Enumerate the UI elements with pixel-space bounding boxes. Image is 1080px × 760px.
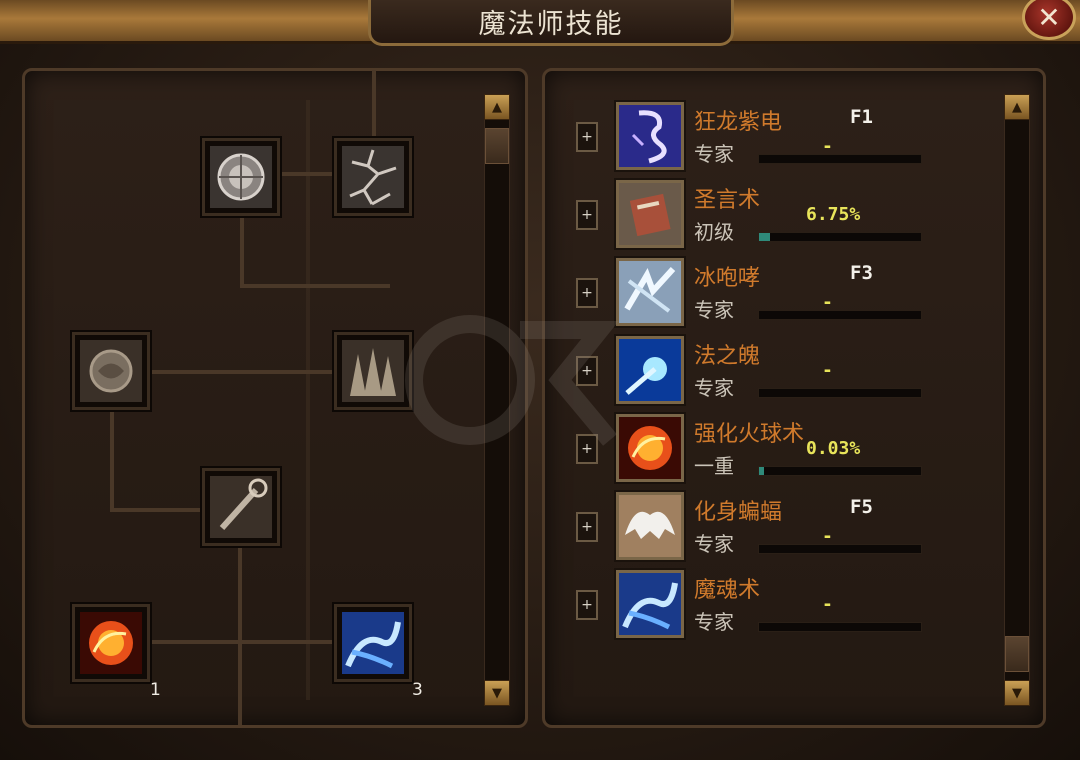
- tree-connector: [110, 410, 114, 510]
- skill-upgrade-button[interactable]: +: [576, 434, 598, 464]
- tree-scroll-down-button[interactable]: ▼: [484, 680, 510, 706]
- skill-name: 魔魂术: [694, 578, 761, 603]
- skill-name: 法之魄: [694, 344, 761, 369]
- skill-exp-bar: [758, 232, 922, 242]
- tree-node-shield-orb[interactable]: [202, 138, 280, 216]
- holy-book-icon: [619, 183, 681, 245]
- skill-row[interactable]: + 圣言术初级 6.75%: [572, 180, 992, 250]
- tree-node-stone-orb[interactable]: [72, 332, 150, 410]
- ice-roar-icon: [619, 261, 681, 323]
- skill-icon-frame[interactable]: [616, 492, 684, 560]
- skill-hotkey: F5: [850, 496, 873, 518]
- shield-orb-icon: [210, 146, 272, 208]
- tree-scrollbar[interactable]: [484, 94, 510, 706]
- skill-icon-frame[interactable]: [616, 258, 684, 326]
- skill-progress: -: [822, 594, 833, 615]
- tree-connector: [110, 508, 206, 512]
- skill-icon-frame[interactable]: [616, 180, 684, 248]
- skill-icon-frame[interactable]: [616, 570, 684, 638]
- skill-upgrade-button[interactable]: +: [576, 278, 598, 308]
- magic-soul-icon: [619, 339, 681, 401]
- skill-icon-frame[interactable]: [616, 414, 684, 482]
- tree-node-ice-dragon[interactable]: [334, 604, 412, 682]
- skill-upgrade-button[interactable]: +: [576, 200, 598, 230]
- tree-connector: [306, 100, 310, 700]
- skill-hotkey: F3: [850, 262, 873, 284]
- skill-level: 一重: [694, 454, 734, 478]
- skill-row[interactable]: + 冰咆哮 专家 F3-: [572, 258, 992, 328]
- skill-icon-frame[interactable]: [616, 336, 684, 404]
- skill-level: 专家: [694, 532, 734, 556]
- skill-window: 魔法师技能 ✕ 1 3 ▲ ▼ + 狂龙紫电 专家 F1 - + 圣言术 初级 …: [0, 0, 1080, 760]
- skill-level: 专家: [694, 298, 734, 322]
- tree-node-ice-spikes[interactable]: [334, 332, 412, 410]
- list-scroll-down-button[interactable]: ▼: [1004, 680, 1030, 706]
- lightning-web-icon: [342, 146, 404, 208]
- skill-progress: -: [822, 360, 833, 381]
- tree-node-lightning-web[interactable]: [334, 138, 412, 216]
- tree-node-staff-wand[interactable]: [202, 468, 280, 546]
- skill-exp-fill: [759, 467, 764, 475]
- purple-lightning-icon: [619, 105, 681, 167]
- skill-name: 化身蝙蝠: [694, 500, 783, 525]
- skill-upgrade-button[interactable]: +: [576, 590, 598, 620]
- skill-level: 专家: [694, 610, 734, 634]
- skill-hotkey: F1: [850, 106, 873, 128]
- skill-exp-bar: [758, 466, 922, 476]
- skill-exp-fill: [759, 233, 770, 241]
- skill-level: 初级: [694, 220, 734, 244]
- window-title: 魔法师技能: [368, 0, 734, 46]
- staff-wand-icon: [210, 476, 272, 538]
- fireball-icon: [619, 417, 681, 479]
- tree-scroll-thumb[interactable]: [485, 128, 509, 164]
- skill-upgrade-button[interactable]: +: [576, 122, 598, 152]
- skill-exp-bar: [758, 544, 922, 554]
- list-scrollbar[interactable]: [1004, 94, 1030, 706]
- skill-progress: 0.03%: [806, 438, 861, 459]
- tree-scroll-up-button[interactable]: ▲: [484, 94, 510, 120]
- skill-exp-bar: [758, 310, 922, 320]
- skill-row[interactable]: + 魔魂术专家 -: [572, 570, 992, 640]
- skill-level: 专家: [694, 142, 734, 166]
- skill-exp-bar: [758, 154, 922, 164]
- skill-upgrade-button[interactable]: +: [576, 512, 598, 542]
- skill-exp-bar: [758, 622, 922, 632]
- ice-dragon-icon: [619, 573, 681, 635]
- ice-dragon-icon: [342, 612, 404, 674]
- skill-name: 狂龙紫电: [694, 110, 783, 135]
- skill-row[interactable]: + 狂龙紫电 专家 F1-: [572, 102, 992, 172]
- tree-connector: [240, 216, 244, 286]
- skill-progress: 6.75%: [806, 204, 861, 225]
- list-scroll-up-button[interactable]: ▲: [1004, 94, 1030, 120]
- skill-level: 专家: [694, 376, 734, 400]
- skill-name: 圣言术: [694, 188, 761, 213]
- tree-connector: [372, 70, 376, 140]
- bat-wings-icon: [619, 495, 681, 557]
- skill-row[interactable]: + 法之魄专家 -: [572, 336, 992, 406]
- skill-upgrade-button[interactable]: +: [576, 356, 598, 386]
- list-scroll-thumb[interactable]: [1005, 636, 1029, 672]
- tree-connector: [240, 284, 390, 288]
- skill-row[interactable]: + 强化火球术一重 0.03%: [572, 414, 992, 484]
- tree-node-fireball[interactable]: [72, 604, 150, 682]
- skill-name: 强化火球术: [694, 422, 805, 447]
- ice-spikes-icon: [342, 340, 404, 402]
- ice-dragon-count: 3: [412, 680, 423, 700]
- fireball-icon: [80, 612, 142, 674]
- fireball-count: 1: [150, 680, 161, 700]
- skill-icon-frame[interactable]: [616, 102, 684, 170]
- skill-row[interactable]: + 化身蝙蝠 专家 F5-: [572, 492, 992, 562]
- skill-exp-bar: [758, 388, 922, 398]
- tree-connector: [238, 545, 242, 725]
- stone-orb-icon: [80, 340, 142, 402]
- skill-name: 冰咆哮: [694, 266, 761, 291]
